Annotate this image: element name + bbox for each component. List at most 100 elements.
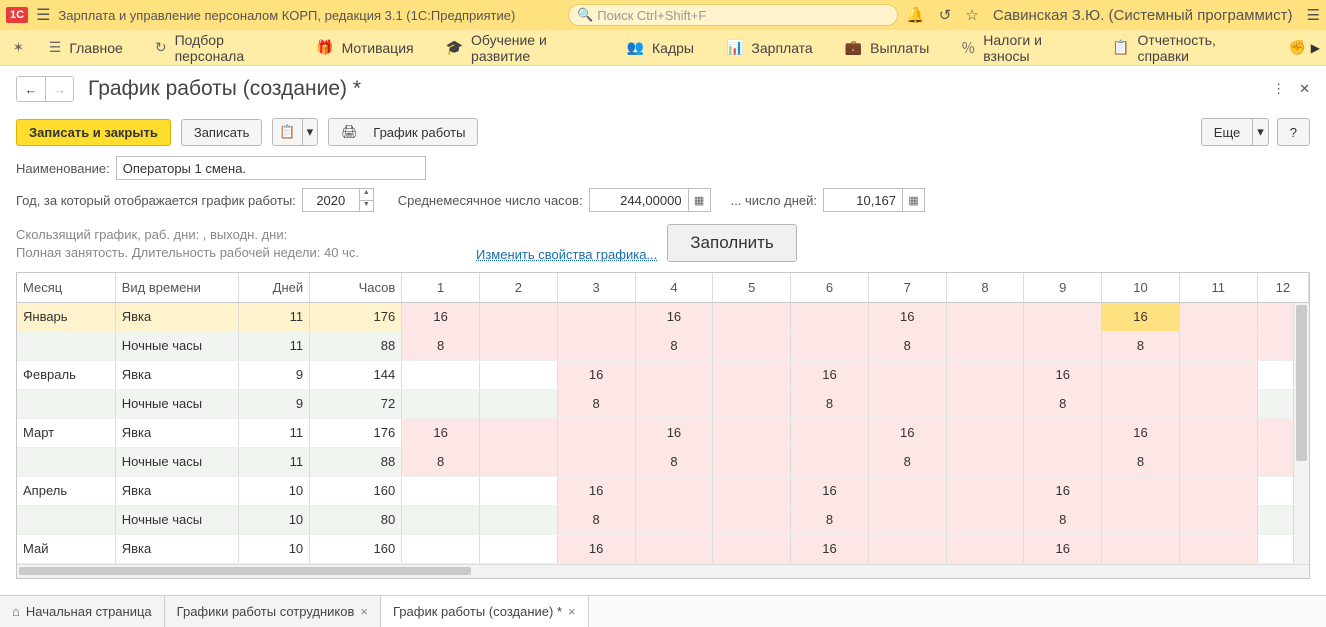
table-row[interactable]: ФевральЯвка9144161616 bbox=[17, 360, 1309, 389]
app-title: Зарплата и управление персоналом КОРП, р… bbox=[58, 8, 515, 23]
save-and-close-button[interactable]: Записать и закрыть bbox=[16, 119, 171, 146]
menu-item-5[interactable]: 📊Зарплата bbox=[710, 30, 829, 65]
menu-item-2[interactable]: 🎁Мотивация bbox=[300, 30, 429, 65]
page-title: График работы (создание) * bbox=[88, 77, 361, 101]
col-day-11[interactable]: 11 bbox=[1179, 273, 1257, 302]
name-label: Наименование: bbox=[16, 161, 110, 176]
col-day-1[interactable]: 1 bbox=[402, 273, 480, 302]
help-button[interactable]: ? bbox=[1277, 118, 1310, 146]
table-row[interactable]: Ночные часы11888888 bbox=[17, 447, 1309, 476]
table-row[interactable]: Ночные часы972888 bbox=[17, 389, 1309, 418]
menu-item-3[interactable]: 🎓Обучение и развитие bbox=[430, 30, 611, 65]
menu-item-1[interactable]: ↻Подбор персонала bbox=[139, 30, 300, 65]
page-header: ← → График работы (создание) * ⋮ ✕ bbox=[0, 66, 1326, 106]
col-day-9[interactable]: 9 bbox=[1024, 273, 1102, 302]
copy-dropdown[interactable]: ▾ bbox=[303, 118, 319, 146]
col-day-6[interactable]: 6 bbox=[791, 273, 869, 302]
bottom-tab-1[interactable]: Графики работы сотрудников× bbox=[165, 596, 381, 627]
col-month[interactable]: Месяц bbox=[17, 273, 115, 302]
year-spinner[interactable]: ▲▼ bbox=[360, 188, 374, 212]
kebab-icon[interactable]: ⋮ bbox=[1272, 81, 1285, 97]
table-row[interactable]: МартЯвка1117616161616 bbox=[17, 418, 1309, 447]
search-icon: 🔍 bbox=[577, 7, 593, 23]
menu-toggle-icon[interactable]: ✶ bbox=[4, 39, 33, 56]
calculator-icon-2[interactable]: ▦ bbox=[903, 188, 925, 212]
close-icon[interactable]: ✕ bbox=[1299, 81, 1310, 97]
history-icon[interactable]: ↺ bbox=[939, 6, 952, 24]
menu-icon-2: 🎁 bbox=[316, 39, 333, 56]
more-button[interactable]: Еще bbox=[1201, 118, 1253, 146]
year-row: Год, за который отображается график рабо… bbox=[16, 188, 1310, 212]
print-icon: 🖨 bbox=[341, 124, 358, 140]
col-day-3[interactable]: 3 bbox=[557, 273, 635, 302]
copy-icon: 📋 bbox=[279, 124, 295, 140]
save-button[interactable]: Записать bbox=[181, 119, 263, 146]
menu-item-6[interactable]: 💼Выплаты bbox=[829, 30, 946, 65]
menu-icon-9: ✊ bbox=[1289, 39, 1306, 56]
col-day-12[interactable]: 12 bbox=[1257, 273, 1308, 302]
more-dropdown[interactable]: ▾ bbox=[1253, 118, 1269, 146]
fill-button[interactable]: Заполнить bbox=[667, 224, 796, 262]
back-button[interactable]: ← bbox=[17, 77, 45, 101]
table-row[interactable]: ЯнварьЯвка1117616161616 bbox=[17, 302, 1309, 331]
year-input[interactable]: 2020 bbox=[302, 188, 360, 212]
avg-days-label: ... число дней: bbox=[731, 193, 817, 208]
user-label[interactable]: Савинская З.Ю. (Системный программист) bbox=[993, 7, 1293, 24]
menu-item-8[interactable]: 📋Отчетность, справки bbox=[1096, 30, 1273, 65]
col-days[interactable]: Дней bbox=[238, 273, 310, 302]
calculator-icon[interactable]: ▦ bbox=[689, 188, 711, 212]
col-day-10[interactable]: 10 bbox=[1102, 273, 1180, 302]
menu-item-0[interactable]: ☰Главное bbox=[33, 30, 139, 65]
bottom-tab-0[interactable]: ⌂Начальная страница bbox=[0, 596, 165, 627]
nav-buttons: ← → bbox=[16, 76, 74, 102]
menu-icon-0: ☰ bbox=[49, 39, 62, 56]
main-menu: ✶ ☰Главное↻Подбор персонала🎁Мотивация🎓Об… bbox=[0, 30, 1326, 66]
vertical-scrollbar[interactable] bbox=[1293, 303, 1309, 564]
star-icon[interactable]: ☆ bbox=[965, 6, 978, 24]
home-icon: ⌂ bbox=[12, 604, 20, 619]
avg-hours-label: Среднемесячное число часов: bbox=[398, 193, 583, 208]
table-row[interactable]: Ночные часы1080888 bbox=[17, 505, 1309, 534]
menu-icon[interactable]: ☰ bbox=[1307, 6, 1320, 24]
search-input[interactable]: 🔍 Поиск Ctrl+Shift+F bbox=[568, 4, 898, 26]
menu-icon-6: 💼 bbox=[845, 39, 862, 56]
avg-days-input[interactable]: 10,167 bbox=[823, 188, 903, 212]
menu-item-4[interactable]: 👥Кадры bbox=[611, 30, 710, 65]
name-input[interactable]: Операторы 1 смена. bbox=[116, 156, 426, 180]
bottom-tab-2[interactable]: График работы (создание) *× bbox=[381, 596, 589, 627]
print-schedule-button[interactable]: 🖨 График работы bbox=[328, 118, 478, 146]
menu-icon-1: ↻ bbox=[155, 39, 167, 56]
search-placeholder: Поиск Ctrl+Shift+F bbox=[597, 8, 706, 23]
col-hours[interactable]: Часов bbox=[310, 273, 402, 302]
forward-button[interactable]: → bbox=[45, 77, 73, 101]
col-day-7[interactable]: 7 bbox=[868, 273, 946, 302]
toolbar: Записать и закрыть Записать 📋 ▾ 🖨 График… bbox=[0, 106, 1326, 154]
table-row[interactable]: МайЯвка10160161616 bbox=[17, 534, 1309, 563]
menu-overflow-icon[interactable]: ▶ bbox=[1311, 41, 1320, 55]
col-type[interactable]: Вид времени bbox=[115, 273, 238, 302]
titlebar: 1C ☰ Зарплата и управление персоналом КО… bbox=[0, 0, 1326, 30]
menu-icon-5: 📊 bbox=[726, 39, 743, 56]
menu-item-7[interactable]: ％Налоги и взносы bbox=[945, 30, 1096, 65]
menu-icon-8: 📋 bbox=[1112, 39, 1129, 56]
avg-hours-input[interactable]: 244,00000 bbox=[589, 188, 689, 212]
col-day-5[interactable]: 5 bbox=[713, 273, 791, 302]
col-day-8[interactable]: 8 bbox=[946, 273, 1024, 302]
bottom-tabs: ⌂Начальная страницаГрафики работы сотруд… bbox=[0, 595, 1326, 627]
hamburger-icon[interactable]: ☰ bbox=[36, 5, 50, 25]
table-row[interactable]: АпрельЯвка10160161616 bbox=[17, 476, 1309, 505]
copy-button[interactable]: 📋 bbox=[272, 118, 302, 146]
tab-close-icon[interactable]: × bbox=[568, 604, 576, 619]
tab-close-icon[interactable]: × bbox=[360, 604, 368, 619]
menu-icon-7: ％ bbox=[961, 38, 975, 58]
schedule-table[interactable]: МесяцВид времениДнейЧасов123456789101112… bbox=[16, 272, 1310, 579]
menu-icon-4: 👥 bbox=[627, 39, 644, 56]
year-label: Год, за который отображается график рабо… bbox=[16, 193, 296, 208]
table-row[interactable]: Ночные часы11888888 bbox=[17, 331, 1309, 360]
bell-icon[interactable]: 🔔 bbox=[906, 6, 925, 24]
col-day-2[interactable]: 2 bbox=[480, 273, 558, 302]
horizontal-scrollbar[interactable] bbox=[17, 564, 1309, 578]
col-day-4[interactable]: 4 bbox=[635, 273, 713, 302]
name-row: Наименование: Операторы 1 смена. bbox=[16, 156, 1310, 180]
change-properties-link[interactable]: Изменить свойства графика... bbox=[476, 247, 657, 262]
